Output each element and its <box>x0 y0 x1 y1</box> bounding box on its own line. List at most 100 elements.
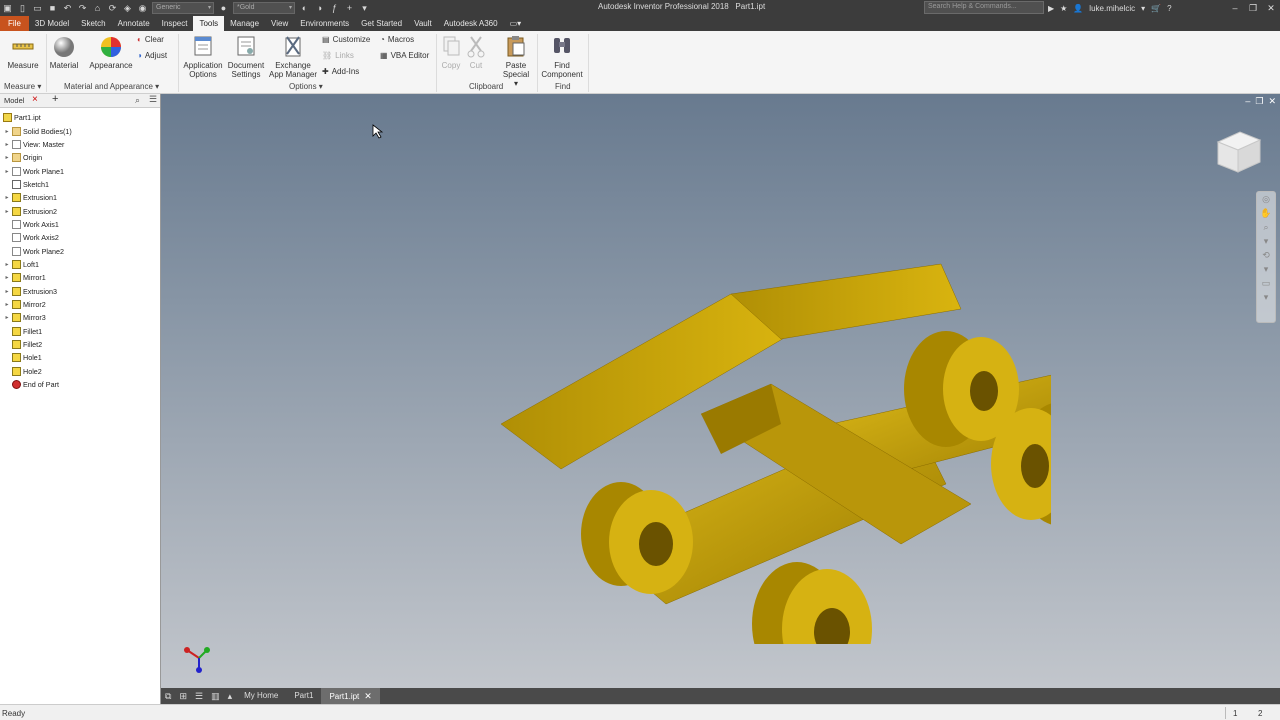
expand-chevron-icon[interactable]: ▸ <box>2 261 12 268</box>
tree-node[interactable]: ▸ Mirror1 <box>0 271 160 284</box>
add-browser-tab-icon[interactable]: + <box>52 93 58 105</box>
exchange-app-manager-button[interactable]: Exchange App Manager <box>268 34 318 79</box>
viewport-minimize-icon[interactable]: – <box>1245 96 1250 107</box>
expand-chevron-icon[interactable]: ▸ <box>2 274 12 281</box>
clear-appearance-icon[interactable]: ◑ <box>313 2 326 14</box>
cart-icon[interactable]: 🛒 <box>1151 4 1161 13</box>
update-icon[interactable]: ⟳ <box>106 2 119 14</box>
tab-annotate[interactable]: Annotate <box>112 16 156 31</box>
tree-node[interactable]: ▸ Extrusion3 <box>0 284 160 297</box>
tree-node[interactable]: ▸ Extrusion2 <box>0 204 160 217</box>
help-icon[interactable]: ? <box>1167 4 1171 13</box>
app-logo-icon[interactable]: ▣ <box>1 2 14 14</box>
tree-node[interactable]: ▸ Extrusion1 <box>0 191 160 204</box>
links-button[interactable]: ⛓ Links <box>322 51 354 60</box>
view-cube[interactable] <box>1214 128 1264 176</box>
tree-node[interactable]: Fillet2 <box>0 338 160 351</box>
nav-dropdown-icon[interactable]: ▾ <box>1257 290 1275 304</box>
expand-chevron-icon[interactable]: ▸ <box>2 128 12 135</box>
search-go-icon[interactable]: ▶ <box>1048 4 1054 13</box>
tab-inspect[interactable]: Inspect <box>156 16 194 31</box>
tree-node[interactable]: End of Part <box>0 378 160 391</box>
zoom-icon[interactable]: ⌕ <box>1257 220 1275 234</box>
browser-search-icon[interactable]: ⌕ <box>135 95 140 106</box>
expand-chevron-icon[interactable]: ▸ <box>2 301 12 308</box>
nav-dropdown-icon[interactable]: ▾ <box>1257 262 1275 276</box>
tab-my-home[interactable]: My Home <box>236 688 286 704</box>
tab-get-started[interactable]: Get Started <box>355 16 408 31</box>
find-component-button[interactable]: Find Component <box>540 34 584 79</box>
close-icon[interactable]: ✕ <box>1262 0 1280 16</box>
tab-view[interactable]: View <box>265 16 294 31</box>
steering-wheel-icon[interactable]: ◎ <box>1257 192 1275 206</box>
redo-icon[interactable]: ↷ <box>76 2 89 14</box>
nav-dropdown-icon[interactable]: ▾ <box>1257 234 1275 248</box>
vba-editor-button[interactable]: ▦ VBA Editor <box>380 51 429 60</box>
minimize-icon[interactable]: – <box>1226 0 1244 16</box>
adjust-button[interactable]: ◑ Adjust <box>137 51 167 60</box>
qat-dropdown-icon[interactable]: ▾ <box>358 2 371 14</box>
viewport-restore-icon[interactable]: ❐ <box>1255 96 1263 107</box>
adjust-icon[interactable]: ◐ <box>298 2 311 14</box>
expand-chevron-icon[interactable]: ▸ <box>2 314 12 321</box>
expand-chevron-icon[interactable]: ▸ <box>2 288 12 295</box>
search-input[interactable]: Search Help & Commands... <box>924 1 1044 14</box>
appearance-button[interactable]: Appearance <box>88 36 134 70</box>
look-at-icon[interactable]: ▭ <box>1257 276 1275 290</box>
material-button[interactable]: Material <box>48 36 80 70</box>
browser-menu-icon[interactable]: ☰ <box>149 94 157 105</box>
tree-node[interactable]: Hole2 <box>0 365 160 378</box>
gold-part-model[interactable] <box>401 214 1051 644</box>
close-tab-icon[interactable]: ✕ <box>364 691 372 701</box>
tab-autodesk-a360[interactable]: Autodesk A360 <box>438 16 504 31</box>
tree-node[interactable]: ▸ Mirror2 <box>0 298 160 311</box>
tree-node[interactable]: Part1.ipt <box>0 111 160 124</box>
fx-icon[interactable]: ƒ <box>328 2 341 14</box>
user-name[interactable]: luke.mihelcic <box>1089 4 1135 13</box>
clear-button[interactable]: ◐ Clear <box>137 35 164 44</box>
macros-button[interactable]: ◔ Macros <box>380 35 414 44</box>
tab-file[interactable]: File <box>0 16 29 31</box>
tree-node[interactable]: Hole1 <box>0 351 160 364</box>
tab-manage[interactable]: Manage <box>224 16 265 31</box>
expand-chevron-icon[interactable]: ▸ <box>2 194 12 201</box>
select-icon[interactable]: ◈ <box>121 2 134 14</box>
document-settings-button[interactable]: Document Settings <box>225 34 267 79</box>
tree-node[interactable]: Fillet1 <box>0 325 160 338</box>
expand-chevron-icon[interactable]: ▸ <box>2 168 12 175</box>
save-icon[interactable]: ■ <box>46 2 59 14</box>
customize-button[interactable]: ▤ Customize <box>322 35 370 44</box>
globe-icon[interactable]: ◉ <box>136 2 149 14</box>
orbit-icon[interactable]: ⟲ <box>1257 248 1275 262</box>
tab-tools[interactable]: Tools <box>193 16 225 31</box>
tab-sketch[interactable]: Sketch <box>75 16 111 31</box>
measure-button[interactable]: Measure <box>4 36 42 70</box>
application-options-button[interactable]: Application Options <box>181 34 225 79</box>
tree-node[interactable]: ▸ Mirror3 <box>0 311 160 324</box>
ribbon-options-icon[interactable]: ▭▾ <box>504 16 528 31</box>
tab-vault[interactable]: Vault <box>408 16 438 31</box>
star-icon[interactable]: ★ <box>1060 4 1067 13</box>
tree-node[interactable]: ▸ Solid Bodies(1) <box>0 124 160 137</box>
copy-button[interactable]: Copy <box>439 34 463 70</box>
material-appearance-group-label[interactable]: Material and Appearance ▾ <box>64 82 159 91</box>
open-icon[interactable]: ▭ <box>31 2 44 14</box>
material-combo[interactable]: Generic ▾ <box>152 2 214 14</box>
tree-node[interactable]: Work Plane2 <box>0 244 160 257</box>
new-icon[interactable]: ▯ <box>16 2 29 14</box>
tree-node[interactable]: ▸ View: Master <box>0 138 160 151</box>
tree-node[interactable]: ▸ Work Plane1 <box>0 164 160 177</box>
tab-list-icon[interactable]: ▴ <box>224 691 237 702</box>
appearance-combo[interactable]: *Gold ▾ <box>233 2 295 14</box>
browser-tab-model[interactable]: Model <box>4 96 24 105</box>
expand-chevron-icon[interactable]: ▸ <box>2 154 12 161</box>
options-group-label[interactable]: Options ▾ <box>289 82 323 91</box>
tab-environments[interactable]: Environments <box>294 16 355 31</box>
restore-icon[interactable]: ❐ <box>1244 0 1262 16</box>
expand-chevron-icon[interactable]: ▸ <box>2 208 12 215</box>
tree-node[interactable]: ▸ Origin <box>0 151 160 164</box>
pan-icon[interactable]: ✋ <box>1257 206 1275 220</box>
tree-node[interactable]: Sketch1 <box>0 178 160 191</box>
tile-horizontal-icon[interactable]: ☰ <box>191 691 207 702</box>
graphics-viewport[interactable]: – ❐ ✕ ◎ ✋ ⌕ ▾ ⟲ ▾ ▭ ▾ <box>161 94 1280 688</box>
